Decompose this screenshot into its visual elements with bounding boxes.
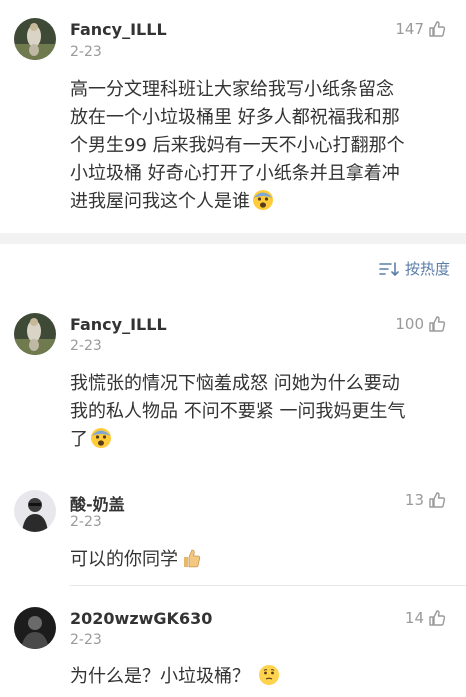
comment-line: 高一分文理科班让大家给我写小纸条留念	[70, 79, 394, 100]
like-button[interactable]: 13	[405, 491, 446, 509]
thumbs-up-emoji	[184, 549, 201, 568]
comment-line: 为什么是？小垃圾桶？	[70, 666, 250, 687]
comment-line: 我的私人物品 不问不要紧 一问我妈更生气	[70, 401, 406, 422]
avatar[interactable]	[14, 607, 56, 649]
comment-body: 可以的你同学	[70, 546, 452, 574]
comment-line-last: 可以的你同学	[70, 546, 452, 574]
like-button[interactable]: 147	[395, 20, 446, 38]
comment-line: 进我屋问我这个人是谁	[70, 191, 250, 212]
comment-date: 2-23	[70, 632, 102, 648]
comment-divider	[70, 585, 466, 586]
fearful-face-emoji	[253, 190, 273, 210]
fearful-face-emoji	[91, 428, 111, 448]
avatar[interactable]	[14, 18, 56, 60]
section-divider	[0, 233, 466, 244]
comment-line: 放在一个小垃圾桶里 好多人都祝福我和那	[70, 107, 400, 128]
comment-line-last: 了	[70, 426, 452, 454]
like-count: 14	[404, 609, 424, 627]
username[interactable]: Fancy_ILLL	[70, 20, 167, 39]
comment-line: 个男生99 后来我妈有一天不小心打翻那个	[70, 135, 405, 156]
comment-line: 小垃圾桶 好奇心打开了小纸条并且拿着冲	[70, 163, 400, 184]
like-button[interactable]: 100	[395, 315, 446, 333]
avatar[interactable]	[14, 490, 56, 532]
username[interactable]: 2020wzwGK630	[70, 609, 212, 628]
like-button[interactable]: 14	[405, 609, 446, 627]
avatar-photo-icon	[14, 18, 56, 60]
thumbs-up-icon	[429, 492, 446, 508]
comment-body: 高一分文理科班让大家给我写小纸条留念 放在一个小垃圾桶里 好多人都祝福我和那 个…	[70, 76, 452, 216]
thumbs-up-icon	[429, 21, 446, 37]
like-count: 13	[404, 491, 424, 509]
thumbs-up-icon	[429, 316, 446, 332]
avatar-photo-icon	[14, 490, 56, 532]
comment-date: 2-23	[70, 514, 102, 530]
sort-label: 按热度	[404, 260, 450, 278]
comment-body: 我慌张的情况下恼羞成怒 问她为什么要动 我的私人物品 不问不要紧 一问我妈更生气…	[70, 370, 452, 454]
comment-body: 为什么是？小垃圾桶？	[70, 663, 452, 691]
avatar-photo-icon	[14, 313, 56, 355]
comment-line-last: 为什么是？小垃圾桶？	[70, 663, 452, 691]
comment-date: 2-23	[70, 44, 102, 60]
comment-date: 2-23	[70, 338, 102, 354]
username[interactable]: Fancy_ILLL	[70, 315, 167, 334]
thumbs-up-icon	[429, 610, 446, 626]
sort-by-hot-button[interactable]: 按热度	[379, 258, 450, 279]
avatar-photo-icon	[14, 607, 56, 649]
like-count: 100	[395, 315, 424, 333]
username[interactable]: 酸-奶盖	[70, 491, 125, 515]
avatar[interactable]	[14, 313, 56, 355]
comment-line: 了	[70, 429, 88, 450]
thinking-face-emoji	[259, 665, 279, 685]
sort-icon	[379, 261, 399, 276]
comment-line: 我慌张的情况下恼羞成怒 问她为什么要动	[70, 373, 400, 394]
comment-line: 可以的你同学	[70, 549, 178, 570]
like-count: 147	[395, 20, 424, 38]
comment-line-last: 进我屋问我这个人是谁	[70, 188, 452, 216]
